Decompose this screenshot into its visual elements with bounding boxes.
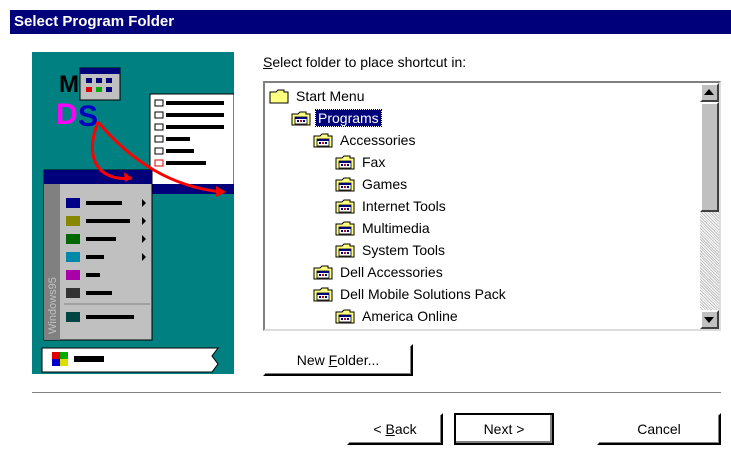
tree-item-label: System Tools — [362, 242, 445, 259]
start-menu-illustration-graphic: M D S Windows95 — [41, 67, 234, 373]
start-menu-illustration: M D S Windows95 — [32, 52, 234, 374]
tree-item[interactable]: America Online — [335, 304, 460, 326]
tree-item[interactable]: Dell Mobile Solutions Pack — [313, 282, 508, 304]
program-group-icon — [291, 111, 311, 126]
scroll-up-button[interactable] — [700, 83, 719, 102]
scroll-down-arrow-icon — [704, 317, 714, 323]
scroll-thumb[interactable] — [700, 102, 719, 212]
folder-prompt-label: Select folder to place shortcut in: — [263, 54, 467, 70]
tree-item-label: Dell Accessories — [340, 264, 443, 281]
tree-item-label: Accessories — [340, 132, 416, 149]
program-group-icon — [335, 309, 355, 324]
tree-item-label: Start Menu — [296, 88, 365, 105]
program-group-icon — [335, 177, 355, 192]
start-menu-panel: Windows95 — [43, 169, 153, 341]
tree-item-label: Fax — [362, 154, 386, 171]
tree-item-label: Multimedia — [362, 220, 430, 237]
next-button[interactable]: Next > — [454, 413, 554, 445]
scroll-up-arrow-icon — [704, 89, 714, 95]
tree-item[interactable]: Start Menu — [269, 84, 366, 106]
svg-text:D: D — [56, 98, 78, 131]
tree-item-label: Internet Tools — [362, 198, 446, 215]
folder-icon — [269, 89, 289, 104]
window-title: Select Program Folder — [14, 13, 175, 30]
svg-text:M: M — [59, 71, 79, 98]
tree-item-label: Programs — [315, 109, 382, 128]
submenu-panel — [149, 93, 234, 194]
new-folder-button[interactable]: New Folder... — [263, 344, 413, 376]
tree-item-label: Games — [362, 176, 408, 193]
tree-item[interactable]: System Tools — [335, 238, 447, 260]
cancel-button[interactable]: Cancel — [597, 413, 721, 445]
title-bar: Select Program Folder — [10, 10, 731, 34]
vertical-scrollbar[interactable] — [700, 83, 719, 329]
tree-item[interactable]: Games — [335, 172, 409, 194]
program-group-icon — [313, 265, 333, 280]
program-group-icon — [313, 287, 333, 302]
tree-item[interactable]: Dell Accessories — [313, 260, 445, 282]
separator — [32, 392, 721, 394]
folder-tree-items: Start Menu Programs Accessories Fax Games Int… — [265, 83, 700, 329]
windows95-side-text: Windows95 — [47, 277, 59, 334]
tree-item[interactable]: Multimedia — [335, 216, 432, 238]
tree-item-label: America Online — [362, 308, 458, 325]
program-window-icon: M D S — [56, 67, 121, 133]
folder-tree[interactable]: Start Menu Programs Accessories Fax Games Int… — [263, 81, 721, 331]
start-button-graphic — [41, 347, 219, 373]
program-group-icon — [335, 221, 355, 236]
tree-item[interactable]: Internet Tools — [335, 194, 448, 216]
scroll-down-button[interactable] — [700, 310, 719, 329]
tree-item[interactable]: Programs — [291, 106, 382, 128]
program-group-icon — [313, 133, 333, 148]
tree-item-label: Dell Mobile Solutions Pack — [340, 286, 506, 303]
back-button[interactable]: < Back — [347, 413, 443, 445]
tree-item[interactable]: Accessories — [313, 128, 417, 150]
program-group-icon — [335, 155, 355, 170]
program-group-icon — [335, 199, 355, 214]
program-group-icon — [335, 243, 355, 258]
tree-item[interactable]: Fax — [335, 150, 387, 172]
